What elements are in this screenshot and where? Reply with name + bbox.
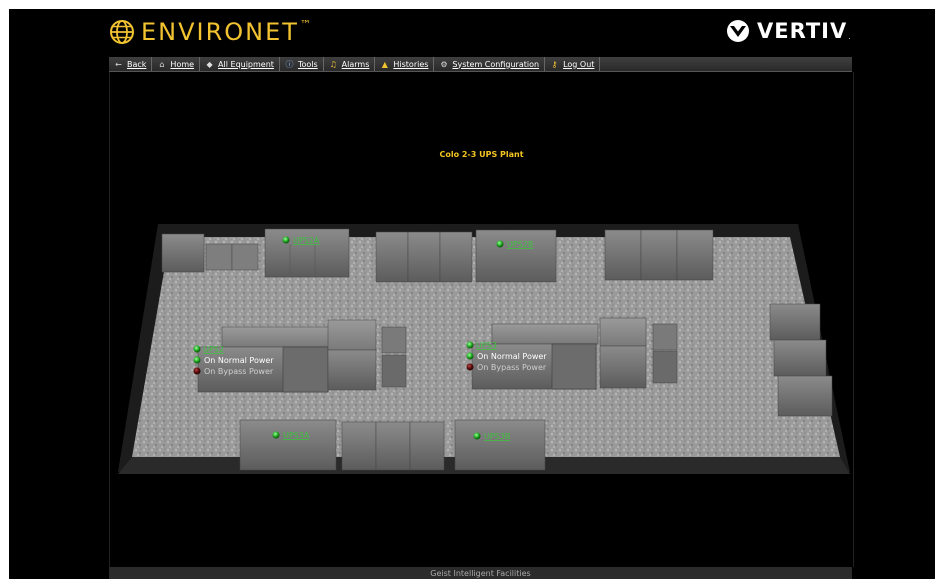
ups2b-status-led	[496, 240, 504, 248]
gear-icon: ⚙	[440, 59, 448, 69]
back-cabinet-5	[407, 231, 441, 283]
ups2b-link[interactable]: UPS2B	[507, 240, 533, 249]
app-frame: ENVIRONET ™ VERTIV . ← Back ⌂ Home ◆ All Equi…	[9, 9, 935, 579]
right-cabinet-2	[773, 339, 827, 377]
ups3-link[interactable]: UPS3	[476, 341, 497, 350]
ups3-normal-power-led	[466, 352, 474, 360]
nav-item-log-out[interactable]: ⚷ Log Out	[545, 57, 601, 71]
back-cabinet-4	[375, 231, 409, 283]
key-icon: ⚷	[551, 59, 558, 69]
nav-bar: ← Back ⌂ Home ◆ All Equipment ⓘ Tools ♫ Alarms ▲ Hi…	[109, 57, 852, 72]
back-cabinet-6	[439, 231, 473, 283]
nav-item-alarms[interactable]: ♫ Alarms	[324, 57, 376, 71]
front-cabinet-1	[341, 421, 377, 471]
right-cabinet-1	[769, 303, 821, 341]
vertiv-dot: .	[848, 33, 851, 41]
environet-logo: ENVIRONET ™	[109, 17, 311, 47]
environet-wordmark: ENVIRONET	[141, 18, 299, 46]
vertiv-logo: VERTIV .	[725, 19, 850, 43]
back-cabinet-8	[640, 229, 678, 281]
ups2a-link[interactable]: UPS2A	[293, 236, 320, 245]
ups3a-link[interactable]: UPS3A	[283, 431, 310, 440]
back-cabinet-2	[205, 243, 233, 271]
ups3b-unit	[454, 419, 546, 471]
back-cabinet-3	[231, 243, 259, 271]
diamond-icon: ◆	[206, 59, 213, 69]
arrow-left-icon: ←	[115, 59, 122, 69]
ups2b-unit	[475, 229, 557, 283]
vertiv-chevron-icon	[727, 20, 749, 42]
back-cabinet-7	[604, 229, 642, 281]
header: ENVIRONET ™ VERTIV .	[9, 9, 935, 56]
nav-item-label: Log Out	[563, 59, 595, 69]
right-cabinet-3	[777, 375, 833, 417]
ups2a-status-led	[282, 236, 290, 244]
nav-item-histories[interactable]: ▲ Histories	[375, 57, 435, 71]
ups2-bypass-power-led	[193, 367, 201, 375]
front-cabinet-2	[375, 421, 411, 471]
ups2-status-led	[193, 345, 201, 353]
ups3-normal-power-text: On Normal Power	[477, 352, 547, 361]
ups3a-unit	[239, 419, 337, 471]
ups2-link[interactable]: UPS2	[203, 345, 224, 354]
nav-item-system-configuration[interactable]: ⚙ System Configuration	[434, 57, 546, 71]
nav-item-label: Histories	[393, 59, 429, 69]
triangle-icon: ▲	[381, 59, 388, 69]
nav-item-label: Home	[170, 59, 195, 69]
trademark-symbol: ™	[299, 17, 311, 31]
ups-plant-floor-view: UPS2A UPS2B UPS2 On Normal Power On Bypa…	[118, 224, 850, 474]
ups3-bypass-power-text: On Bypass Power	[477, 363, 547, 372]
ups3-bypass-power-led	[466, 363, 474, 371]
nav-item-all-equipment[interactable]: ◆ All Equipment	[200, 57, 280, 71]
front-cabinet-3	[409, 421, 445, 471]
bell-icon: ♫	[329, 59, 337, 69]
ups3-status-led	[466, 341, 474, 349]
ups3a-status-led	[272, 431, 280, 439]
main-content: Colo 2-3 UPS Plant UPS2A UPS2B UPS2 On N…	[109, 72, 854, 567]
nav-item-label: System Configuration	[452, 59, 540, 69]
nav-item-label: Tools	[297, 59, 318, 69]
nav-item-label: All Equipment	[218, 59, 274, 69]
info-icon: ⓘ	[285, 59, 294, 69]
ups2-normal-power-led	[193, 356, 201, 364]
back-cabinet-9	[676, 229, 714, 281]
ups3b-status-led	[473, 432, 481, 440]
footer: Geist Intelligent Facilities	[109, 567, 852, 579]
ups3b-link[interactable]: UPS3B	[484, 432, 510, 441]
nav-item-back[interactable]: ← Back	[109, 57, 153, 71]
vertiv-wordmark: VERTIV	[757, 19, 848, 43]
nav-item-label: Back	[127, 59, 147, 69]
back-cabinet-1	[161, 233, 205, 273]
home-icon: ⌂	[159, 59, 165, 69]
globe-icon	[110, 20, 134, 44]
ups2-bypass-power-text: On Bypass Power	[204, 367, 274, 376]
nav-item-label: Alarms	[341, 59, 370, 69]
nav-item-home[interactable]: ⌂ Home	[152, 57, 201, 71]
ups2-normal-power-text: On Normal Power	[204, 356, 274, 365]
nav-item-tools[interactable]: ⓘ Tools	[280, 57, 324, 71]
